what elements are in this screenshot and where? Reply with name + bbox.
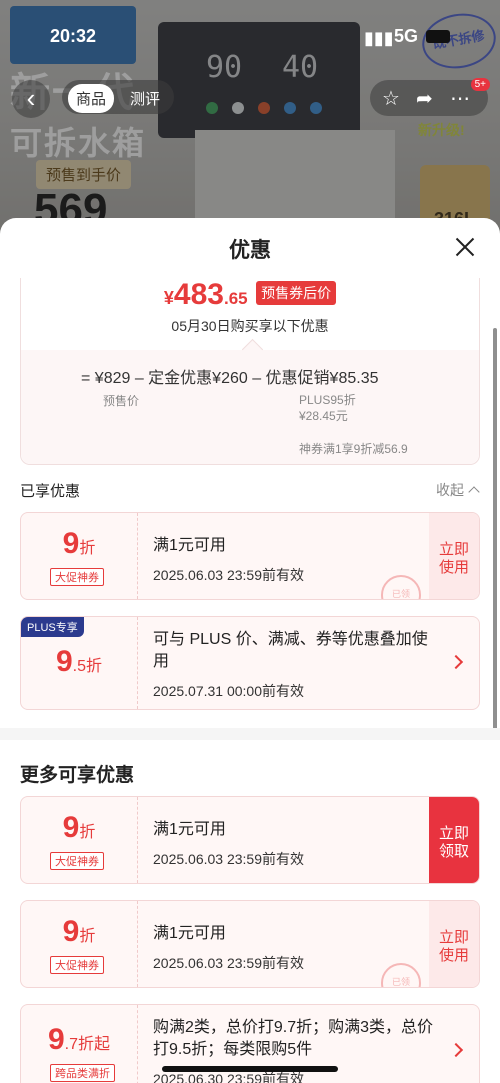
- tab-product[interactable]: 商品: [68, 84, 115, 113]
- share-icon[interactable]: ➦: [416, 86, 433, 111]
- chevron-right-icon[interactable]: [448, 1042, 464, 1058]
- plus-discount-note: PLUS95折 ¥28.45元: [299, 393, 356, 423]
- top-tabs: 商品 测评: [62, 80, 174, 114]
- coupon-type-tag: 大促神券: [50, 956, 104, 974]
- purchase-date-note: 05月30日购买享以下优惠: [171, 318, 329, 334]
- discount-sheet: 优惠 ¥483.65 预售券后价 05月30日购买享以下优惠 = ¥829 – …: [0, 218, 500, 1083]
- section-divider: [0, 728, 500, 740]
- coupon-expiry: 2025.06.03 23:59前有效: [153, 567, 304, 583]
- back-icon[interactable]: ‹: [12, 80, 50, 118]
- signal-icon: ▮▮▮: [364, 28, 394, 48]
- coupon-type-tag: 大促神券: [50, 852, 104, 870]
- plus-coupon-card[interactable]: PLUS专享 9.5折 可与 PLUS 价、满减、券等优惠叠加使用 2025.0…: [20, 616, 480, 710]
- status-bar: 20:32 ▮▮▮ 5G: [0, 22, 500, 52]
- use-now-button[interactable]: 立即使用: [429, 901, 479, 987]
- price-tag: 预售券后价: [256, 281, 337, 305]
- tab-review[interactable]: 测评: [130, 88, 160, 109]
- price-breakdown: = ¥829 – 定金优惠¥260 – 优惠促销¥85.35 预售价 PLUS9…: [21, 338, 479, 464]
- status-time: 20:32: [50, 26, 97, 46]
- coupon-card[interactable]: 9折 大促神券 满1元可用 2025.06.03 23:59前有效 已领 立即使…: [20, 900, 480, 988]
- coupon-condition: 满1元可用: [153, 821, 226, 838]
- coupon-discount: 9折: [62, 527, 96, 560]
- coupon-type-tag: 跨品类满折: [50, 1064, 115, 1082]
- message-badge: 5+: [470, 78, 490, 91]
- coupon-discount: 9折: [62, 811, 96, 844]
- close-icon[interactable]: [454, 236, 476, 258]
- use-now-button[interactable]: 立即使用: [429, 513, 479, 599]
- coupon-discount: 9.7折起: [47, 1023, 111, 1056]
- home-indicator[interactable]: [162, 1066, 338, 1072]
- presale-price-label: 预售价: [103, 394, 140, 408]
- breakdown-formula: = ¥829 – 定金优惠¥260 – 优惠促销¥85.35: [81, 370, 379, 387]
- top-actions: ☆ ➦ ⋯ 5+: [370, 78, 490, 116]
- coupon-expiry: 2025.06.03 23:59前有效: [153, 851, 304, 867]
- coupon-type-tag: 大促神券: [50, 568, 104, 586]
- coupon-condition: 可与 PLUS 价、满减、券等优惠叠加使用: [153, 631, 428, 670]
- coupon-card[interactable]: 9折 大促神券 满1元可用 2025.06.03 23:59前有效 立即领取: [20, 796, 480, 884]
- battery-icon: [426, 30, 450, 43]
- coupon-expiry: 2025.07.31 00:00前有效: [153, 683, 304, 699]
- coupon-discount: 9.5折: [55, 645, 103, 678]
- chevron-right-icon[interactable]: [448, 654, 464, 670]
- more-icon[interactable]: ⋯: [450, 86, 470, 111]
- claimed-seal: 已领: [381, 963, 421, 987]
- final-price: ¥483.65 预售券后价: [21, 278, 479, 312]
- claim-now-button[interactable]: 立即领取: [429, 797, 479, 883]
- coupon-card[interactable]: 9折 大促神券 满1元可用 2025.06.03 23:59前有效 已领 立即使…: [20, 512, 480, 600]
- coupon-condition: 满1元可用: [153, 925, 226, 942]
- collapse-button[interactable]: 收起: [436, 480, 480, 500]
- coupon-discount: 9折: [62, 915, 96, 948]
- sheet-title: 优惠: [229, 239, 271, 262]
- chevron-up-icon: [468, 486, 480, 498]
- price-summary-card: ¥483.65 预售券后价 05月30日购买享以下优惠 = ¥829 – 定金优…: [20, 278, 480, 465]
- scrollbar[interactable]: [493, 328, 497, 738]
- star-icon[interactable]: ☆: [382, 86, 400, 111]
- coupon-expiry: 2025.06.03 23:59前有效: [153, 955, 304, 971]
- more-section-title: 更多可享优惠: [20, 765, 135, 786]
- enjoyed-section-title: 已享优惠: [20, 483, 81, 500]
- plus-badge: PLUS专享: [21, 617, 84, 637]
- network-label: 5G: [394, 26, 419, 46]
- claimed-seal: 已领: [381, 575, 421, 599]
- coupon-condition: 购满2类，总价打9.7折；购满3类，总价打9.5折；每类限购5件: [153, 1019, 434, 1058]
- coupon-discount-note: 神券满1享9折减56.9: [299, 442, 408, 456]
- coupon-condition: 满1元可用: [153, 537, 226, 554]
